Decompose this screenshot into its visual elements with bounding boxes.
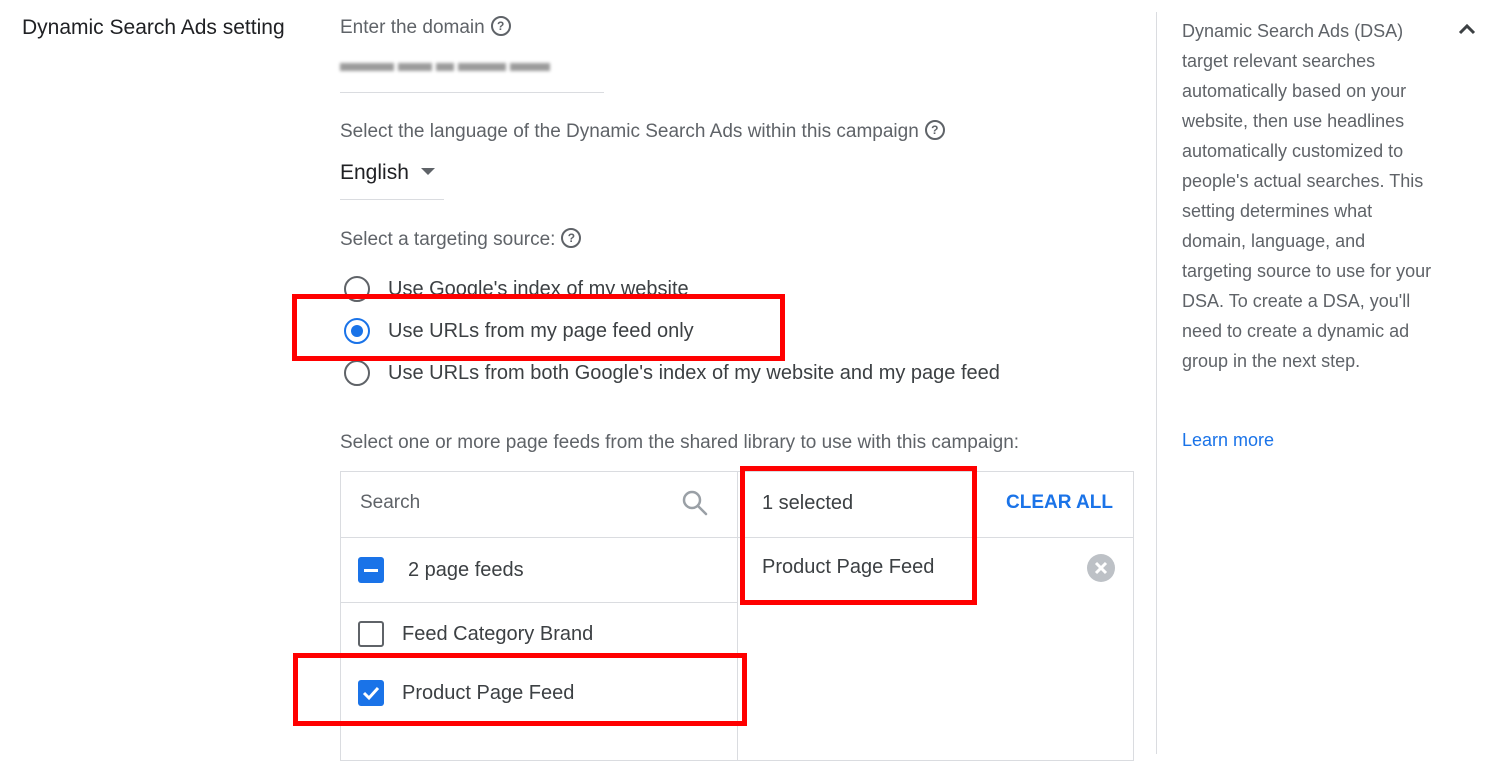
radio-google-index-label[interactable]: Use Google's index of my website [388, 278, 689, 301]
feed-search-input[interactable]: Search [360, 492, 420, 514]
search-icon[interactable] [680, 488, 710, 523]
help-circle-icon[interactable]: ? [561, 228, 582, 248]
help-circle-icon[interactable]: ? [924, 120, 945, 140]
domain-label: Enter the domain [340, 17, 485, 38]
clear-all-button[interactable]: CLEAR ALL [1006, 492, 1113, 514]
domain-input-underline [340, 92, 604, 93]
check-icon [362, 686, 380, 701]
language-selected: English [340, 161, 409, 184]
page-feeds-label: Select one or more page feeds from the s… [340, 432, 1020, 453]
selected-item-product-page-feed: Product Page Feed [762, 556, 935, 578]
item-product-page-feed[interactable]: Product Page Feed [402, 682, 574, 705]
selected-count: 1 selected [762, 492, 854, 514]
radio-page-feed-only-label[interactable]: Use URLs from my page feed only [388, 320, 694, 343]
section-title: Dynamic Search Ads setting [22, 16, 285, 39]
radio-google-index[interactable] [344, 276, 370, 302]
chevron-up-icon[interactable] [1457, 22, 1477, 41]
learn-more-link[interactable]: Learn more [1182, 430, 1274, 451]
checkbox-feed-category-brand[interactable] [358, 621, 384, 647]
group-label: 2 page feeds [408, 559, 524, 581]
targeting-label: Select a targeting source: [340, 229, 556, 250]
language-label: Select the language of the Dynamic Searc… [340, 121, 919, 142]
sidebar-description: Dynamic Search Ads (DSA) target relevant… [1182, 21, 1432, 371]
checkbox-product-page-feed[interactable] [358, 680, 384, 706]
minus-icon [364, 569, 378, 572]
remove-circle-icon[interactable] [1086, 553, 1116, 588]
caret-down-icon [420, 168, 435, 175]
help-circle-icon[interactable]: ? [490, 16, 511, 36]
language-dropdown-underline [340, 199, 444, 200]
radio-both-sources-label[interactable]: Use URLs from both Google's index of my … [388, 362, 1000, 385]
language-label-row: Select the language of the Dynamic Searc… [340, 120, 945, 143]
item-feed-category-brand[interactable]: Feed Category Brand [402, 623, 593, 646]
radio-page-feed-only[interactable] [344, 318, 370, 344]
group-divider [341, 602, 737, 603]
sidebar-divider [1156, 12, 1157, 754]
selected-header-divider [738, 537, 1133, 538]
search-divider [341, 537, 737, 538]
panel-divider [737, 471, 738, 761]
domain-label-row: Enter the domain? [340, 16, 511, 39]
targeting-label-row: Select a targeting source:? [340, 228, 582, 251]
language-dropdown[interactable]: English [340, 161, 435, 185]
radio-both-sources[interactable] [344, 360, 370, 386]
domain-input-value[interactable] [340, 58, 560, 78]
select-all-checkbox[interactable] [358, 557, 384, 583]
